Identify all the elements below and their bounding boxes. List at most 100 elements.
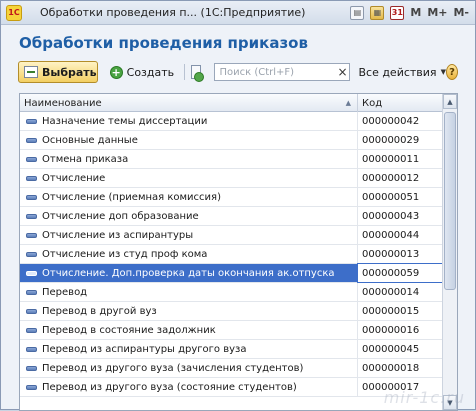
catalog-item-icon — [26, 289, 37, 295]
catalog-item-icon — [26, 327, 37, 333]
memory-plus-button[interactable]: M+ — [427, 6, 447, 19]
help-button[interactable]: ? — [445, 64, 458, 80]
table-row[interactable]: Отчисление доп образование 000000043 — [20, 207, 443, 226]
create-button[interactable]: + Создать — [106, 61, 179, 83]
copy-icon[interactable] — [190, 65, 204, 82]
column-header-name[interactable]: Наименование ▲ — [20, 94, 358, 112]
row-name-cell: Отчисление — [20, 169, 358, 187]
row-name-cell: Перевод из аспирантуры другого вуза — [20, 340, 358, 358]
catalog-item-icon — [26, 270, 37, 276]
memory-minus-button[interactable]: M- — [453, 6, 469, 19]
row-code: 000000016 — [362, 324, 420, 336]
row-name: Перевод в состояние задолжник — [42, 324, 216, 336]
table-row[interactable]: Перевод в другой вуз 000000015 — [20, 302, 443, 321]
search-input[interactable] — [215, 64, 336, 80]
table-row[interactable]: Перевод 000000014 — [20, 283, 443, 302]
catalog-item-icon — [26, 156, 37, 162]
row-code: 000000045 — [362, 343, 420, 355]
search-clear-icon[interactable]: × — [335, 65, 349, 79]
row-name: Отчисление. Доп.проверка даты окончания … — [42, 267, 335, 279]
app-window: 1С Обработки проведения п... (1С:Предпри… — [0, 0, 476, 411]
catalog-item-icon — [26, 194, 37, 200]
catalog-item-icon — [26, 346, 37, 352]
catalog-item-icon — [26, 118, 37, 124]
table-row[interactable]: Перевод в состояние задолжник 000000016 — [20, 321, 443, 340]
row-name: Назначение темы диссертации — [42, 115, 208, 127]
row-name: Перевод из другого вуза (зачисления студ… — [42, 362, 304, 374]
row-name-cell: Перевод — [20, 283, 358, 301]
vertical-scrollbar[interactable]: ▲ ▼ — [442, 94, 457, 410]
table-row[interactable]: Отчисление 000000012 — [20, 169, 443, 188]
table-row[interactable]: Отмена приказа 000000011 — [20, 150, 443, 169]
create-button-label: Создать — [126, 65, 175, 79]
calendar-icon[interactable]: 31 — [390, 5, 405, 20]
scroll-thumb[interactable] — [444, 112, 456, 290]
row-code: 000000044 — [362, 229, 420, 241]
memory-button[interactable]: M — [410, 6, 421, 19]
title-toolbar: ▤ ▦ 31 M M+ M- — [350, 5, 475, 20]
row-name-cell: Перевод в другой вуз — [20, 302, 358, 320]
row-name-cell: Отчисление из студ проф кома — [20, 245, 358, 263]
catalog-item-icon — [26, 365, 37, 371]
window-title: Обработки проведения п... (1С:Предприяти… — [40, 6, 306, 19]
sort-ascending-icon: ▲ — [345, 99, 351, 107]
catalog-item-icon — [26, 308, 37, 314]
row-name-cell: Отчисление из аспирантуры — [20, 226, 358, 244]
table-row[interactable]: Перевод из другого вуза (зачисления студ… — [20, 359, 443, 378]
form-title: Обработки проведения приказов — [19, 34, 308, 52]
row-code: 000000043 — [362, 210, 420, 222]
catalog-item-icon — [26, 175, 37, 181]
row-code: 000000011 — [362, 153, 420, 165]
form-toolbar: Выбрать + Создать × Все действия ▼ ? — [18, 61, 458, 83]
calculator-icon[interactable]: ▦ — [370, 5, 385, 20]
table-row[interactable]: Отчисление. Доп.проверка даты окончания … — [20, 263, 444, 283]
table-row[interactable]: Отчисление (приемная комиссия) 000000051 — [20, 188, 443, 207]
select-icon — [24, 66, 38, 78]
scroll-up-icon[interactable]: ▲ — [443, 94, 457, 109]
all-actions-menu[interactable]: Все действия ▼ — [358, 66, 445, 79]
row-name-cell: Отмена приказа — [20, 150, 358, 168]
catalog-item-icon — [26, 137, 37, 143]
row-code: 000000042 — [362, 115, 420, 127]
row-name-cell: Основные данные — [20, 131, 358, 149]
search-box: × — [214, 63, 351, 81]
row-name-cell: Отчисление. Доп.проверка даты окончания … — [20, 264, 358, 282]
document-icon[interactable]: ▤ — [350, 5, 365, 20]
row-name: Отчисление (приемная комиссия) — [42, 191, 221, 203]
row-name: Перевод — [42, 286, 88, 298]
catalog-item-icon — [26, 213, 37, 219]
row-code: 000000015 — [362, 305, 420, 317]
row-code: 000000018 — [362, 362, 420, 374]
list-header: Наименование ▲ Код — [20, 94, 443, 112]
row-name-cell: Перевод из другого вуза (зачисления студ… — [20, 359, 358, 377]
column-header-code[interactable]: Код — [358, 94, 443, 112]
table-row[interactable]: Назначение темы диссертации 000000042 — [20, 112, 443, 131]
table-row[interactable]: Перевод из аспирантуры другого вуза 00000… — [20, 340, 443, 359]
column-header-code-label: Код — [362, 97, 383, 109]
row-name: Отчисление из студ проф кома — [42, 248, 208, 260]
row-name: Отчисление доп образование — [42, 210, 199, 222]
table-row[interactable]: Основные данные 000000029 — [20, 131, 443, 150]
row-name-cell: Перевод из другого вуза (состояние студе… — [20, 378, 358, 396]
all-actions-label: Все действия — [358, 65, 437, 79]
table-row[interactable]: Отчисление из аспирантуры 000000044 — [20, 226, 443, 245]
catalog-item-icon — [26, 384, 37, 390]
select-button[interactable]: Выбрать — [18, 61, 98, 83]
list-rows: Назначение темы диссертации 000000042 Осно… — [20, 112, 444, 397]
row-name: Отчисление из аспирантуры — [42, 229, 194, 241]
1c-logo-icon[interactable]: 1С — [6, 4, 22, 21]
row-name: Основные данные — [42, 134, 138, 146]
row-code: 000000029 — [362, 134, 420, 146]
table-row[interactable]: Отчисление из студ проф кома 000000013 — [20, 245, 443, 264]
row-name-cell: Назначение темы диссертации — [20, 112, 358, 130]
watermark: mir-1c.ru — [383, 388, 465, 407]
catalog-item-icon — [26, 251, 37, 257]
row-code: 000000059 — [357, 263, 444, 283]
table-row[interactable]: Перевод из другого вуза (состояние студе… — [20, 378, 443, 397]
plus-icon: + — [109, 65, 123, 79]
row-name-cell: Отчисление доп образование — [20, 207, 358, 225]
row-name-cell: Отчисление (приемная комиссия) — [20, 188, 358, 206]
row-name-cell: Перевод в состояние задолжник — [20, 321, 358, 339]
title-bar: 1С Обработки проведения п... (1С:Предпри… — [1, 1, 475, 25]
row-code: 000000014 — [362, 286, 420, 298]
